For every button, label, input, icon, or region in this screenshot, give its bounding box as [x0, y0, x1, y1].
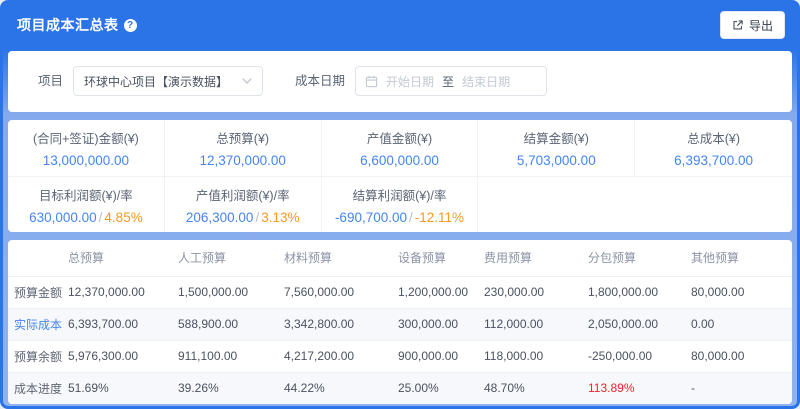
project-select[interactable]: 环球中心项目【演示数据】 [73, 66, 263, 96]
table-header-row: 总预算 人工预算 材料预算 设备预算 费用预算 分包预算 其他预算 [8, 240, 792, 276]
summary-cards: (合同+签证)金额(¥) 13,000,000.00 总预算(¥) 12,370… [8, 120, 792, 232]
project-filter-label: 项目 [38, 66, 63, 96]
col-header-material-budget: 材料预算 [278, 240, 392, 276]
summary-card-empty [478, 176, 792, 232]
help-icon[interactable]: ? [124, 19, 137, 32]
summary-card-total-budget: 总预算(¥) 12,370,000.00 [165, 120, 322, 176]
col-header-total-budget: 总预算 [62, 240, 172, 276]
table-row-actual-cost: 实际成本 6,393,700.00 588,900.00 3,342,800.0… [8, 308, 792, 340]
summary-card-settlement-profit: 结算利润额(¥)/率 -690,700.00/-12.11% [322, 176, 479, 232]
col-header-labor-budget: 人工预算 [172, 240, 278, 276]
row-label-budget-balance: 预算余额 [8, 340, 62, 372]
summary-card-contract-amount: (合同+签证)金额(¥) 13,000,000.00 [8, 120, 165, 176]
export-icon [732, 19, 744, 31]
project-cost-summary-window: 项目成本汇总表 ? 导出 项目 环球中心项目【演示数据】 成本日期 [0, 0, 800, 409]
budget-table: 总预算 人工预算 材料预算 设备预算 费用预算 分包预算 其他预算 预算金额 1… [8, 240, 792, 404]
cost-date-filter-label: 成本日期 [295, 66, 345, 96]
col-header-expense-budget: 费用预算 [478, 240, 582, 276]
table-row-budget-balance: 预算余额 5,976,300.00 911,100.00 4,217,200.0… [8, 340, 792, 372]
col-header-subcontract-budget: 分包预算 [582, 240, 685, 276]
chevron-down-icon [242, 78, 252, 84]
summary-card-target-profit: 目标利润额(¥)/率 630,000.00/4.85% [8, 176, 165, 232]
row-label-actual-cost-link[interactable]: 实际成本 [8, 308, 62, 340]
summary-card-output-amount: 产值金额(¥) 6,600,000.00 [322, 120, 479, 176]
export-button[interactable]: 导出 [720, 11, 785, 39]
cost-date-range-input[interactable]: 开始日期 至 结束日期 [355, 66, 547, 96]
col-header-other-budget: 其他预算 [685, 240, 792, 276]
col-header-equipment-budget: 设备预算 [392, 240, 478, 276]
start-date-placeholder: 开始日期 [386, 73, 434, 90]
row-label-cost-progress: 成本进度 [8, 372, 62, 404]
header-bar: 项目成本汇总表 ? 导出 [3, 3, 797, 47]
summary-card-settlement-amount: 结算金额(¥) 5,703,000.00 [478, 120, 635, 176]
summary-card-total-cost: 总成本(¥) 6,393,700.00 [635, 120, 792, 176]
table-row-cost-progress: 成本进度 51.69% 39.26% 44.22% 25.00% 48.70% … [8, 372, 792, 404]
filter-panel: 项目 环球中心项目【演示数据】 成本日期 开始日期 至 结束日期 [8, 51, 792, 112]
col-header-empty [8, 240, 62, 276]
end-date-placeholder: 结束日期 [462, 73, 510, 90]
table-row-budget-amount: 预算金额 12,370,000.00 1,500,000.00 7,560,00… [8, 276, 792, 308]
cost-progress-overrun-value: 113.89% [582, 372, 685, 404]
summary-card-output-profit: 产值利润额(¥)/率 206,300.00/3.13% [165, 176, 322, 232]
export-button-label: 导出 [749, 17, 773, 34]
page-title: 项目成本汇总表 [17, 15, 119, 35]
budget-table-panel: 总预算 人工预算 材料预算 设备预算 费用预算 分包预算 其他预算 预算金额 1… [8, 240, 792, 404]
date-range-separator: 至 [442, 73, 454, 90]
row-label-budget-amount: 预算金额 [8, 276, 62, 308]
calendar-icon [365, 75, 378, 88]
project-select-value: 环球中心项目【演示数据】 [84, 73, 242, 90]
